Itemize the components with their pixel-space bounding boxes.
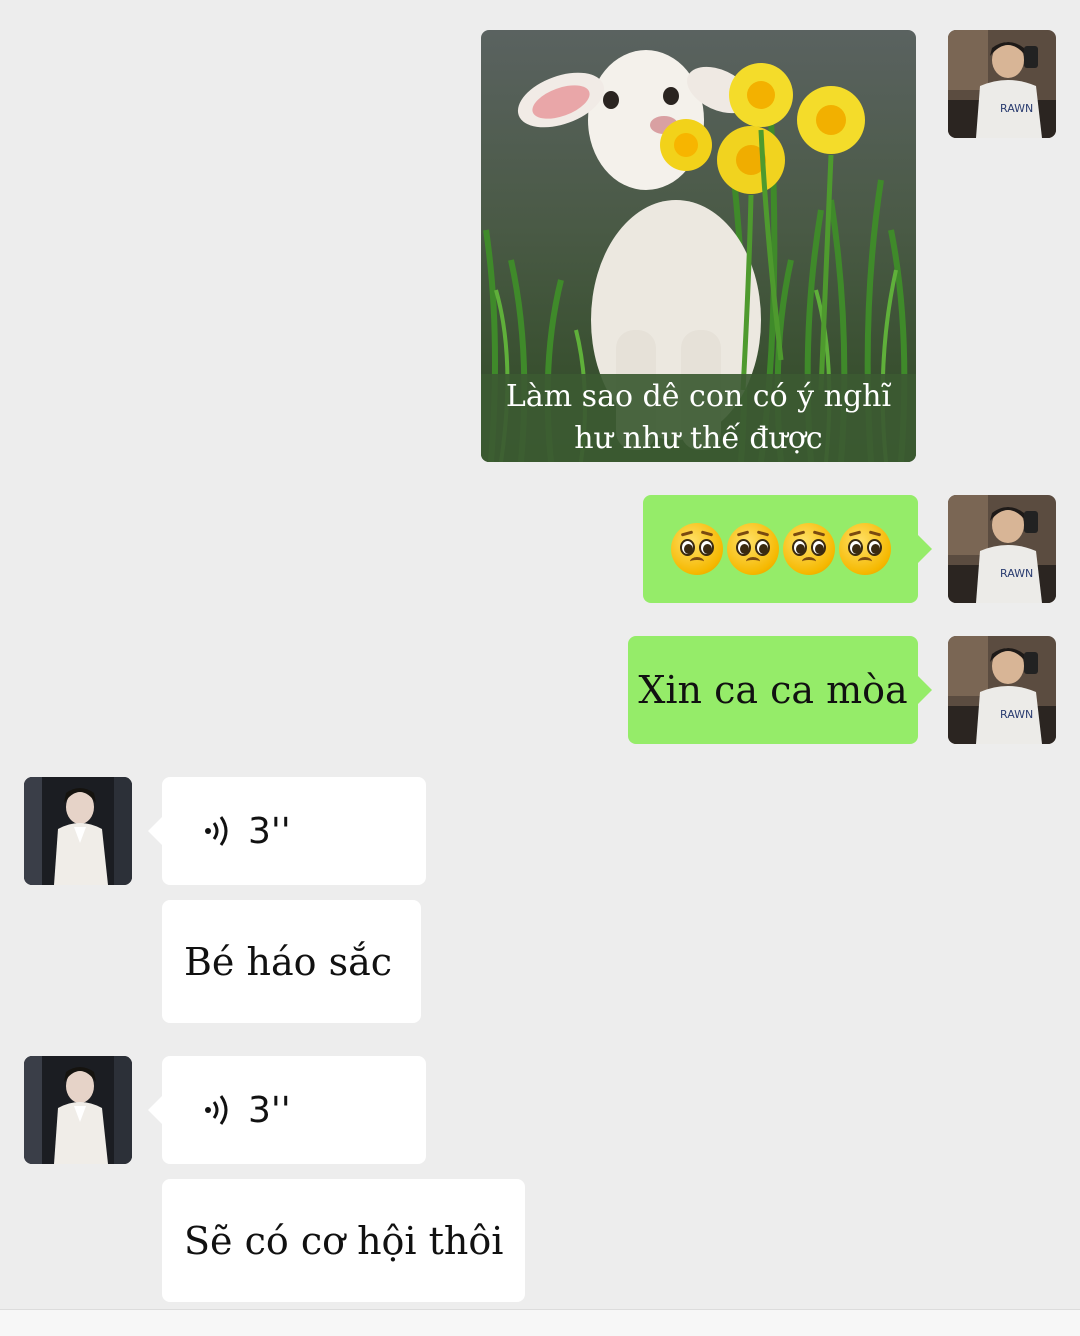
input-bar-edge	[0, 1309, 1080, 1336]
emoji-row	[670, 523, 891, 575]
caption-line-2: hư như thế được	[574, 421, 823, 456]
svg-text:RAWN: RAWN	[1000, 708, 1033, 721]
my-avatar[interactable]: RAWN	[948, 636, 1056, 744]
svg-text:RAWN: RAWN	[1000, 567, 1033, 580]
avatar-photo-me: RAWN	[948, 495, 1056, 603]
pleading-face-emoji	[838, 523, 891, 575]
avatar-photo-contact	[24, 777, 132, 885]
image-caption: Làm sao dê con có ý nghĩ hư như thế được	[481, 374, 916, 462]
pleading-face-emoji	[782, 523, 835, 575]
voice-message-bubble[interactable]: 3''	[148, 777, 426, 885]
avatar-photo-me: RAWN	[948, 636, 1056, 744]
my-avatar[interactable]: RAWN	[948, 30, 1056, 138]
their-text-message-bubble[interactable]: Sẽ có cơ hội thôi	[162, 1179, 525, 1302]
voice-message-bubble[interactable]: 3''	[148, 1056, 426, 1164]
avatar-photo-contact	[24, 1056, 132, 1164]
voice-wave-icon	[205, 1095, 228, 1125]
pleading-face-emoji	[726, 523, 779, 575]
voice-duration: 3''	[248, 810, 291, 852]
caption-line-1: Làm sao dê con có ý nghĩ	[505, 379, 892, 414]
my-text-message-bubble[interactable]: Xin ca ca mòa	[628, 636, 932, 744]
voice-duration: 3''	[248, 1089, 291, 1131]
emoji-message-bubble[interactable]	[643, 495, 932, 603]
message-text: Sẽ có cơ hội thôi	[184, 1218, 504, 1263]
svg-text:RAWN: RAWN	[1000, 102, 1033, 115]
message-text: Xin ca ca mòa	[638, 668, 908, 712]
my-avatar[interactable]: RAWN	[948, 495, 1056, 603]
their-text-message-bubble[interactable]: Bé háo sắc	[162, 900, 421, 1023]
contact-avatar[interactable]	[24, 1056, 132, 1164]
message-text: Bé háo sắc	[184, 939, 393, 984]
image-message[interactable]: Làm sao dê con có ý nghĩ hư như thế được	[481, 30, 916, 462]
pleading-face-emoji	[670, 523, 723, 575]
contact-avatar[interactable]	[24, 777, 132, 885]
avatar-photo-me: RAWN	[948, 30, 1056, 138]
voice-wave-icon	[205, 816, 228, 846]
